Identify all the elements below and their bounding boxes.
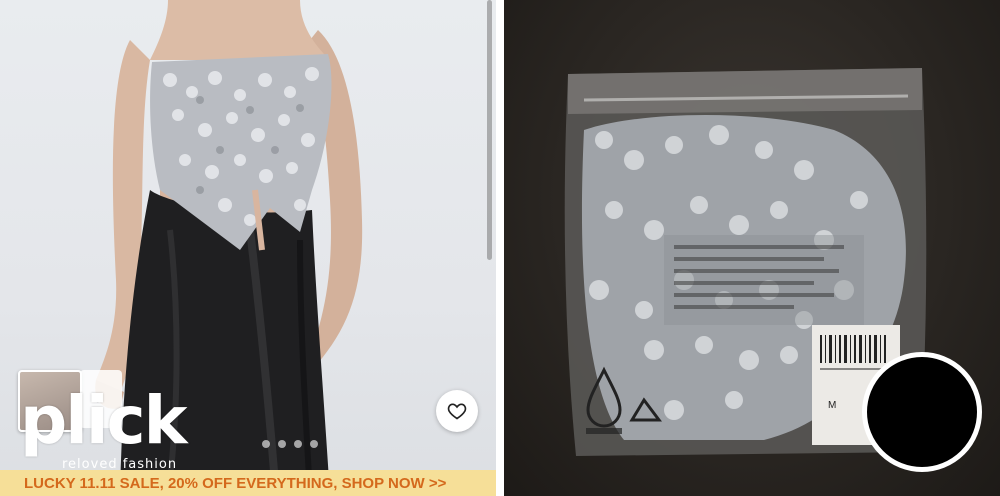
carousel-dot[interactable]: [294, 440, 302, 448]
carousel-dots: [262, 440, 318, 448]
plick-logo: plick: [20, 382, 188, 459]
divider: [496, 0, 504, 496]
carousel-dot[interactable]: [262, 440, 270, 448]
carousel-dot[interactable]: [278, 440, 286, 448]
heart-icon: [447, 403, 467, 420]
scrollbar[interactable]: [487, 0, 492, 260]
product-photo-panel[interactable]: › plick reloved fashion LUCKY 11.11 SALE…: [0, 0, 496, 496]
carousel-dot[interactable]: [310, 440, 318, 448]
favorite-button[interactable]: [436, 390, 478, 432]
promo-text: LUCKY 11.11 SALE, 20% OFF EVERYTHING, SH…: [24, 474, 447, 492]
redaction-circle: [862, 352, 982, 472]
promo-banner[interactable]: LUCKY 11.11 SALE, 20% OFF EVERYTHING, SH…: [0, 470, 496, 496]
size-label: M: [828, 400, 837, 411]
